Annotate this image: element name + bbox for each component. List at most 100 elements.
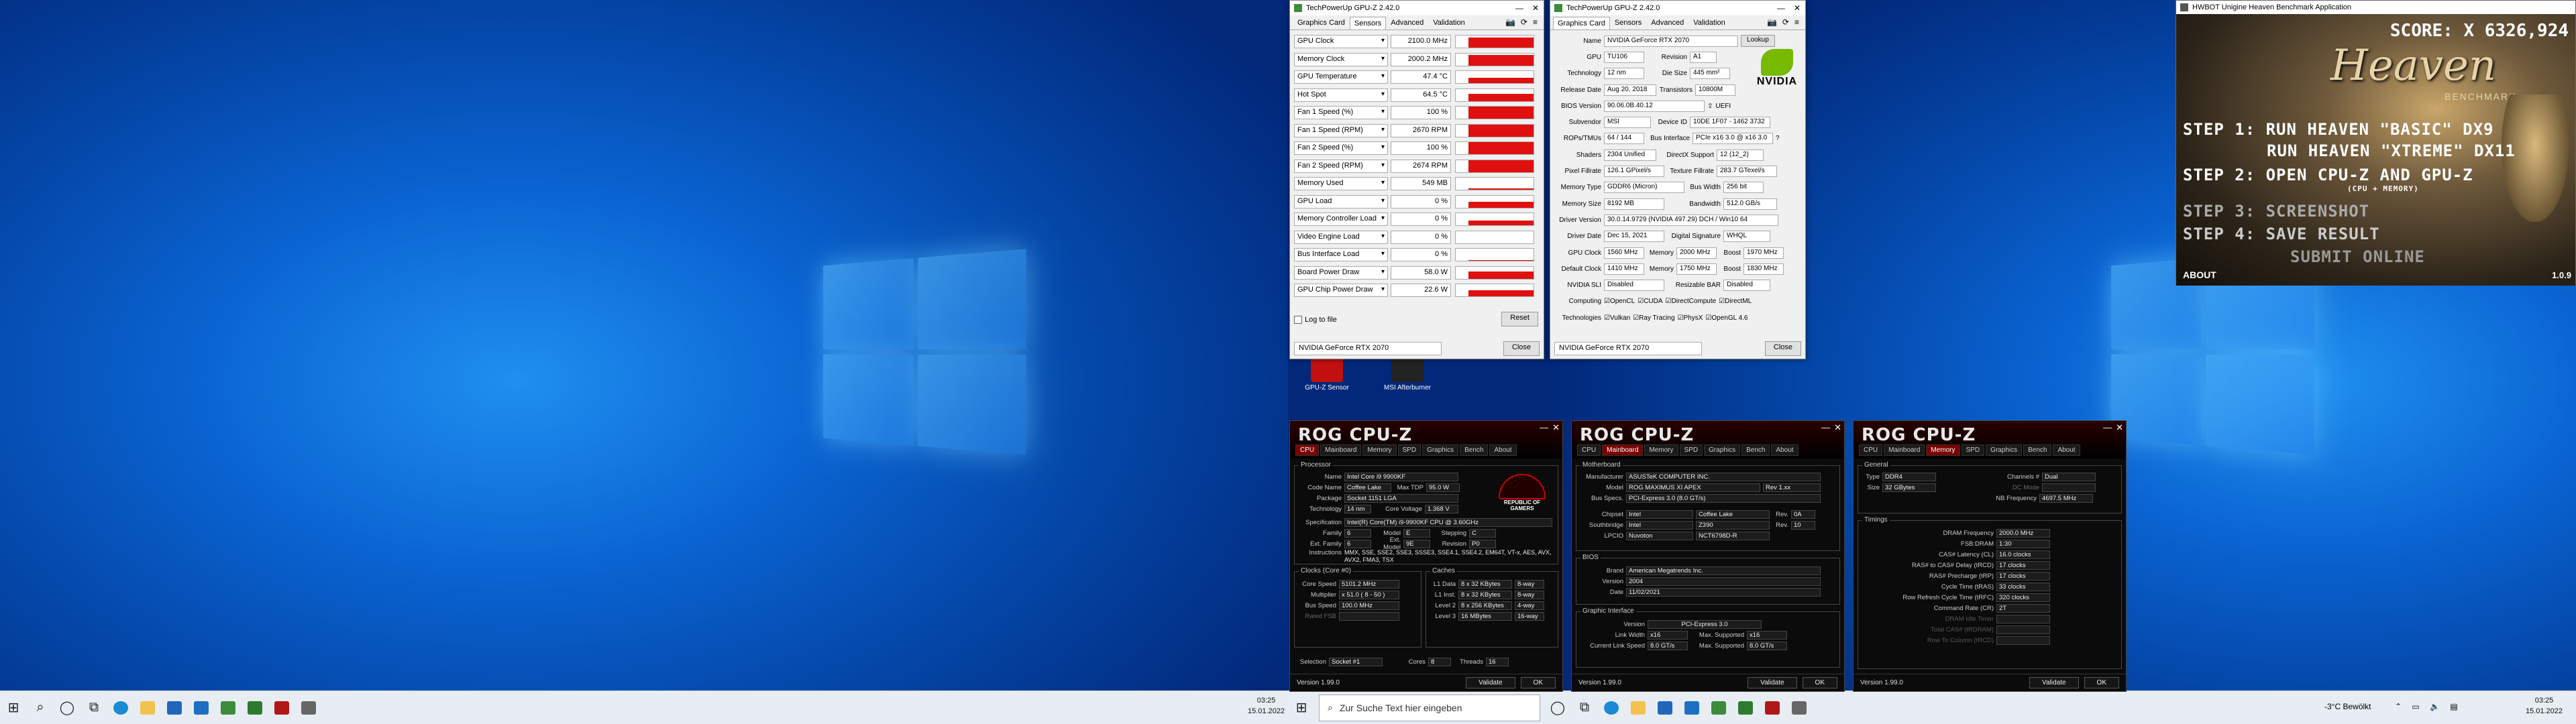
mail-icon[interactable] [188, 691, 215, 724]
ok-button[interactable]: OK [1520, 677, 1556, 688]
camera-icon[interactable]: 📷 [1767, 17, 1777, 27]
share-icon[interactable]: ⇪ [1707, 103, 1713, 110]
tab-memory[interactable]: Memory [1362, 444, 1397, 456]
sensor-label-dropdown[interactable]: Memory Controller Load [1294, 213, 1388, 227]
sensor-label-dropdown[interactable]: GPU Temperature [1294, 70, 1388, 84]
tab-advanced[interactable]: Advanced [1386, 16, 1428, 29]
close-button[interactable]: ✕ [1789, 3, 1805, 13]
tab-graphics[interactable]: Graphics [1422, 444, 1459, 456]
minimize-button[interactable]: — [2103, 422, 2112, 433]
file-explorer-icon[interactable] [134, 691, 161, 724]
sensor-label-dropdown[interactable]: GPU Chip Power Draw [1294, 284, 1388, 298]
uefi-checkbox[interactable]: UEFI [1715, 103, 1731, 110]
step2-open[interactable]: STEP 2: OPEN CPU-Z AND GPU-Z [2183, 166, 2473, 184]
tab-mainboard[interactable]: Mainboard [1884, 444, 1925, 456]
reset-button[interactable]: Reset [1501, 312, 1538, 326]
close-button[interactable]: ✕ [1552, 422, 1560, 433]
window-titlebar[interactable]: TechPowerUp GPU-Z 2.42.0 — ✕ [1290, 1, 1544, 15]
task-view-icon[interactable]: ⧉ [80, 691, 107, 724]
store-icon[interactable] [161, 691, 188, 724]
ok-button[interactable]: OK [1802, 677, 1837, 688]
window-titlebar[interactable]: HWBOT Unigine Heaven Benchmark Applicati… [2176, 1, 2575, 14]
gpuz-taskbar-icon[interactable] [1705, 691, 1732, 724]
tab-memory[interactable]: Memory [1926, 444, 1960, 456]
device-select[interactable]: NVIDIA GeForce RTX 2070 [1294, 342, 1442, 355]
cortana-icon[interactable]: ◯ [1544, 691, 1571, 724]
cortana-icon[interactable]: ◯ [54, 691, 80, 724]
sensor-label-dropdown[interactable]: Fan 1 Speed (RPM) [1294, 123, 1388, 137]
mail-icon[interactable] [1678, 691, 1705, 724]
tab-graphics-card[interactable]: Graphics Card [1293, 16, 1350, 29]
cpuz-taskbar-icon[interactable] [268, 691, 295, 724]
edge-icon[interactable] [1598, 691, 1625, 724]
tab-mainboard[interactable]: Mainboard [1320, 444, 1362, 456]
minimize-button[interactable]: — [1821, 422, 1830, 433]
heaven-taskbar-icon[interactable] [1786, 691, 1813, 724]
tab-about[interactable]: About [2053, 444, 2080, 456]
sensor-label-dropdown[interactable]: Memory Used [1294, 177, 1388, 191]
window-titlebar[interactable]: ROG CPU-Z — ✕ CPU Mainboard Memory SPD Gr… [1572, 421, 1844, 459]
heaven-taskbar-icon[interactable] [295, 691, 322, 724]
validate-button[interactable]: Validate [2029, 677, 2079, 688]
close-button[interactable]: ✕ [1527, 3, 1544, 13]
sensor-label-dropdown[interactable]: GPU Clock [1294, 35, 1388, 49]
close-button[interactable]: Close [1503, 341, 1540, 356]
tab-sensors[interactable]: Sensors [1349, 17, 1387, 29]
sensor-label-dropdown[interactable]: Memory Clock [1294, 52, 1388, 66]
minimize-button[interactable]: — [1511, 3, 1527, 13]
tab-validation[interactable]: Validation [1688, 16, 1730, 29]
tab-graphics[interactable]: Graphics [1986, 444, 2023, 456]
desktop-icon-msi-afterburner[interactable]: MSI Afterburner [1377, 355, 1438, 391]
start-button[interactable]: ⊞ [0, 691, 27, 724]
window-titlebar[interactable]: ROG CPU-Z — ✕ CPU Mainboard Memory SPD Gr… [1290, 421, 1562, 459]
tab-bench[interactable]: Bench [1460, 444, 1489, 456]
step1-xtreme[interactable]: RUN HEAVEN "XTREME" DX11 [2267, 141, 2516, 160]
tab-validation[interactable]: Validation [1428, 16, 1470, 29]
minimize-button[interactable]: — [1540, 422, 1548, 433]
submit-online[interactable]: SUBMIT ONLINE [2290, 247, 2425, 266]
tab-about[interactable]: About [1771, 444, 1799, 456]
tab-sensors[interactable]: Sensors [1610, 16, 1646, 29]
validate-button[interactable]: Validate [1466, 677, 1515, 688]
edge-icon[interactable] [107, 691, 134, 724]
sensor-label-dropdown[interactable]: GPU Load [1294, 194, 1388, 208]
sensor-label-dropdown[interactable]: Fan 1 Speed (%) [1294, 106, 1388, 120]
window-titlebar[interactable]: TechPowerUp GPU-Z 2.42.0 — ✕ [1550, 1, 1805, 15]
sensor-label-dropdown[interactable]: Board Power Draw [1294, 265, 1388, 280]
tab-memory[interactable]: Memory [1644, 444, 1678, 456]
sensor-label-dropdown[interactable]: Bus Interface Load [1294, 248, 1388, 262]
step4-save[interactable]: STEP 4: SAVE RESULT [2183, 225, 2380, 243]
tab-bench[interactable]: Bench [1741, 444, 1770, 456]
tab-spd[interactable]: SPD [1679, 444, 1703, 456]
refresh-icon[interactable]: ⟳ [1521, 17, 1527, 27]
close-button[interactable]: ✕ [2116, 422, 2123, 433]
ok-button[interactable]: OK [2084, 677, 2119, 688]
step1-basic[interactable]: STEP 1: RUN HEAVEN "BASIC" DX9 [2183, 120, 2493, 139]
sensor-label-dropdown[interactable]: Fan 2 Speed (%) [1294, 141, 1388, 156]
file-explorer-icon[interactable] [1625, 691, 1652, 724]
tab-graphics-card[interactable]: Graphics Card [1553, 17, 1610, 29]
tab-bench[interactable]: Bench [2023, 444, 2052, 456]
tab-spd[interactable]: SPD [1397, 444, 1421, 456]
refresh-icon[interactable]: ⟳ [1782, 17, 1789, 27]
socket-select[interactable]: Socket #1 [1329, 657, 1383, 666]
device-select[interactable]: NVIDIA GeForce RTX 2070 [1554, 342, 1702, 355]
minimize-button[interactable]: — [1773, 3, 1789, 13]
log-checkbox[interactable] [1294, 316, 1302, 324]
menu-icon[interactable]: ≡ [1533, 17, 1538, 27]
clock-right[interactable]: 03:25 15.01.2022 [2526, 695, 2563, 717]
clock-left[interactable]: 03:25 15.01.2022 [1248, 695, 1285, 717]
weather-widget[interactable]: -3°C Bewölkt [2324, 702, 2371, 711]
tab-graphics[interactable]: Graphics [1704, 444, 1741, 456]
tab-spd[interactable]: SPD [1961, 444, 1985, 456]
sensor-label-dropdown[interactable]: Hot Spot [1294, 88, 1388, 102]
store-icon[interactable] [1652, 691, 1678, 724]
search-icon[interactable]: ⌕ [27, 691, 54, 724]
sensor-label-dropdown[interactable]: Video Engine Load [1294, 230, 1388, 244]
window-titlebar[interactable]: ROG CPU-Z — ✕ CPU Mainboard Memory SPD Gr… [1854, 421, 2126, 459]
gpuz-taskbar-icon-2[interactable] [1732, 691, 1759, 724]
tab-cpu[interactable]: CPU [1295, 444, 1320, 456]
tab-cpu[interactable]: CPU [1859, 444, 1883, 456]
lookup-button[interactable]: Lookup [1741, 35, 1775, 48]
close-button[interactable]: ✕ [1834, 422, 1841, 433]
